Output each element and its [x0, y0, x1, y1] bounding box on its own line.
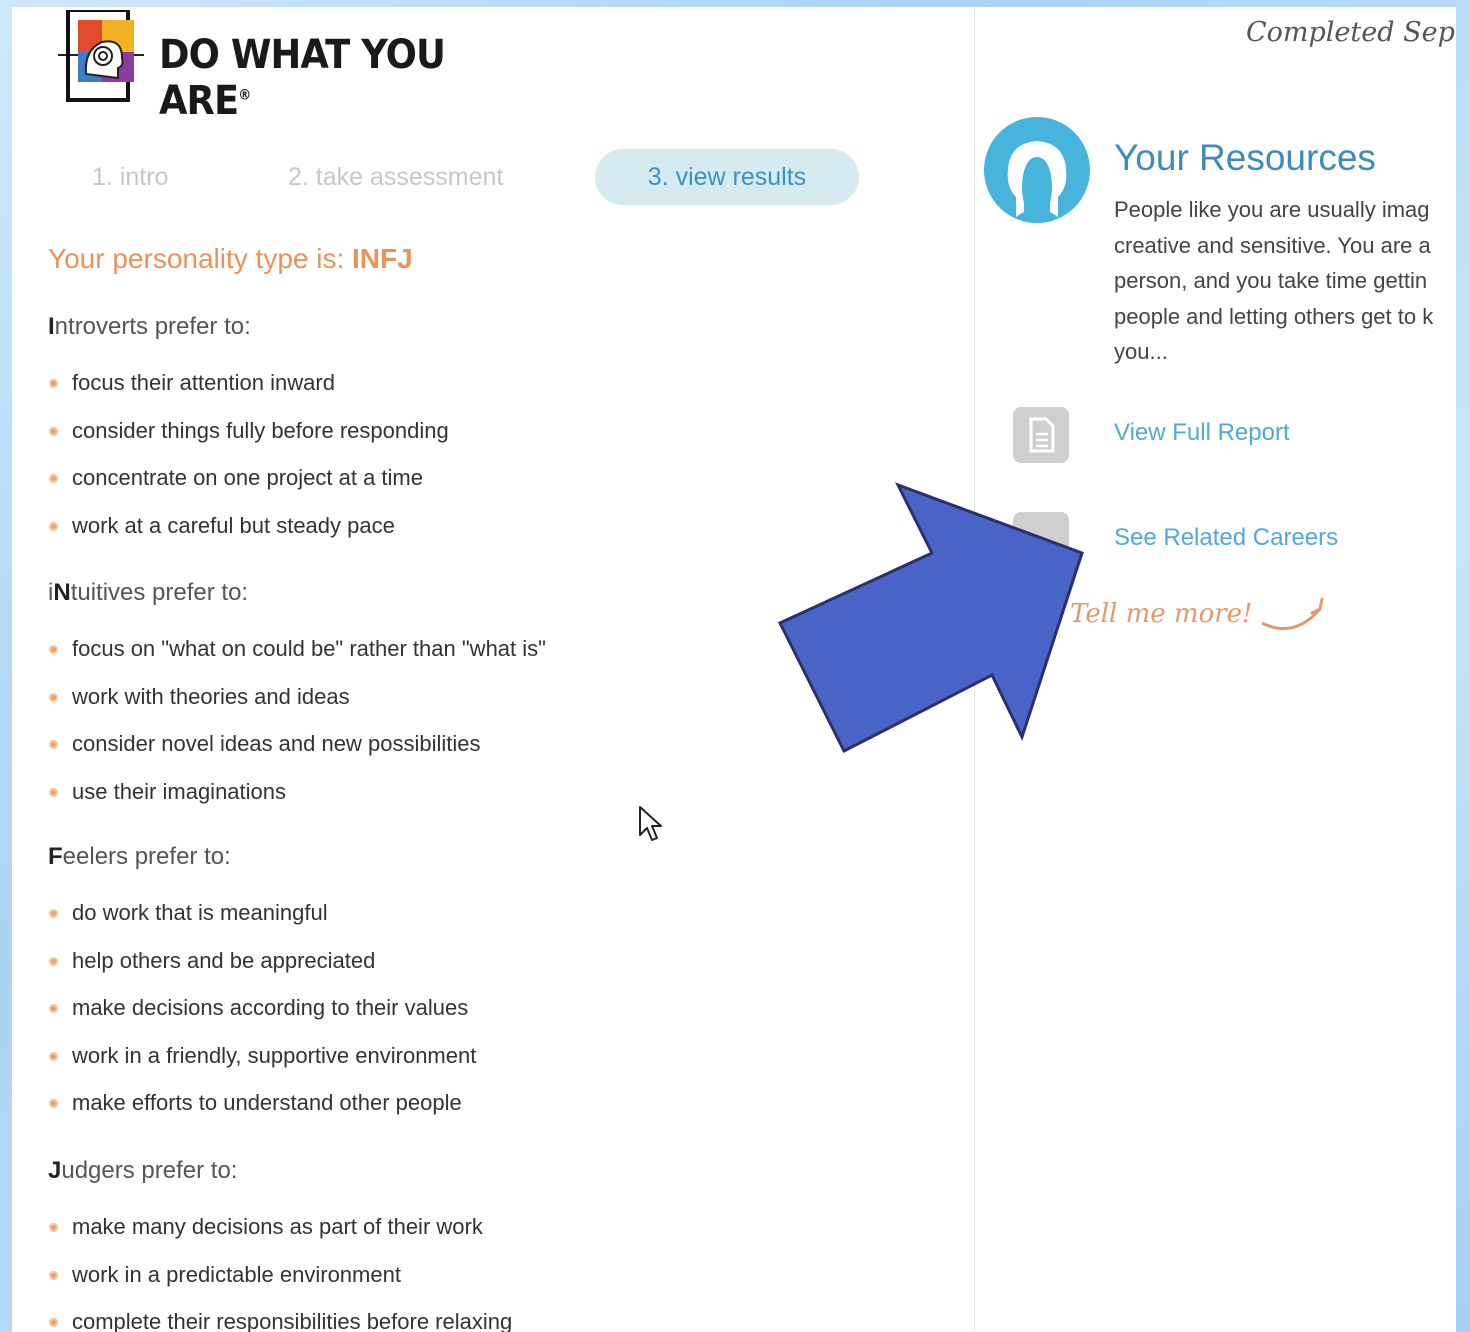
document-icon[interactable] — [1013, 407, 1069, 463]
section-heading-intuitives: iNtuitives prefer to: — [48, 579, 249, 606]
bullet-icon — [49, 909, 58, 918]
personality-type-value: INFJ — [352, 243, 413, 274]
list-item: consider novel ideas and new possibiliti… — [48, 732, 546, 780]
bullet-icon — [49, 474, 58, 483]
list-item: concentrate on one project at a time — [48, 466, 449, 514]
bullet-icon — [49, 521, 58, 531]
step-take-assessment[interactable]: 2. take assessment — [288, 149, 548, 205]
judgers-list: make many decisions as part of their wor… — [48, 1215, 512, 1332]
blue-arrow-icon — [777, 482, 1084, 754]
personality-prefix: Your personality type is: — [48, 243, 353, 274]
bullet-icon — [49, 1223, 58, 1232]
bullet-icon — [49, 1004, 58, 1013]
tell-me-more-label[interactable]: Tell me more! — [1070, 599, 1252, 629]
section-heading-judgers: Judgers prefer to: — [48, 1157, 238, 1184]
bullet-icon — [49, 692, 58, 702]
list-item: work in a predictable environment — [48, 1262, 512, 1311]
feelers-list: do work that is meaningful help others a… — [48, 901, 476, 1139]
list-item: use their imaginations — [48, 779, 546, 828]
resources-description: People like you are usually imag creativ… — [1114, 197, 1434, 364]
section-heading-introverts: Introverts prefer to: — [48, 313, 251, 340]
step-intro[interactable]: 1. intro — [92, 149, 192, 205]
spiral-head-logo-icon — [58, 10, 144, 102]
curved-arrow-icon — [1261, 597, 1324, 631]
intuitives-list: focus on "what on could be" rather than … — [48, 637, 546, 827]
mouse-cursor-icon — [639, 806, 662, 841]
step-view-results[interactable]: 3. view results — [595, 149, 859, 205]
list-item: work with theories and ideas — [48, 684, 546, 733]
bullet-icon — [49, 787, 58, 797]
list-item: work at a careful but steady pace — [48, 513, 449, 562]
bullet-icon — [49, 379, 58, 388]
personality-type-heading: Your personality type is: INFJ — [48, 243, 413, 275]
list-item: focus on "what on could be" rather than … — [48, 637, 546, 685]
list-item: focus their attention inward — [48, 371, 449, 419]
list-item: complete their responsibilities before r… — [48, 1310, 512, 1332]
see-related-careers-link[interactable]: See Related Careers — [1114, 524, 1338, 552]
bullet-icon — [49, 1051, 58, 1061]
bullet-icon — [49, 1318, 58, 1327]
user-silhouette-icon — [984, 117, 1090, 223]
resources-title: Your Resources — [1114, 137, 1376, 178]
brand-logo[interactable]: DO WHAT YOU ARE® — [46, 10, 506, 124]
introverts-list: focus their attention inward consider th… — [48, 371, 449, 561]
bullet-icon — [49, 740, 58, 749]
bullet-icon — [49, 1099, 58, 1108]
bullet-icon — [49, 426, 58, 436]
bullet-icon — [49, 1270, 58, 1280]
section-heading-feelers: Feelers prefer to: — [48, 843, 231, 870]
bullet-icon — [49, 956, 58, 966]
list-item: do work that is meaningful — [48, 901, 476, 949]
list-item: work in a friendly, supportive environme… — [48, 1043, 476, 1092]
completed-date: Completed Sep 2 — [1246, 17, 1456, 48]
list-item: make decisions according to their values — [48, 996, 476, 1044]
list-item: consider things fully before responding — [48, 418, 449, 467]
bullet-icon — [49, 645, 58, 654]
list-item: help others and be appreciated — [48, 948, 476, 997]
results-page: DO WHAT YOU ARE® 1. intro 2. take assess… — [12, 7, 1456, 1332]
view-full-report-link[interactable]: View Full Report — [1114, 419, 1290, 447]
list-item: make many decisions as part of their wor… — [48, 1215, 512, 1263]
list-item: make efforts to understand other people — [48, 1091, 476, 1139]
brand-name: DO WHAT YOU ARE® — [159, 32, 446, 124]
